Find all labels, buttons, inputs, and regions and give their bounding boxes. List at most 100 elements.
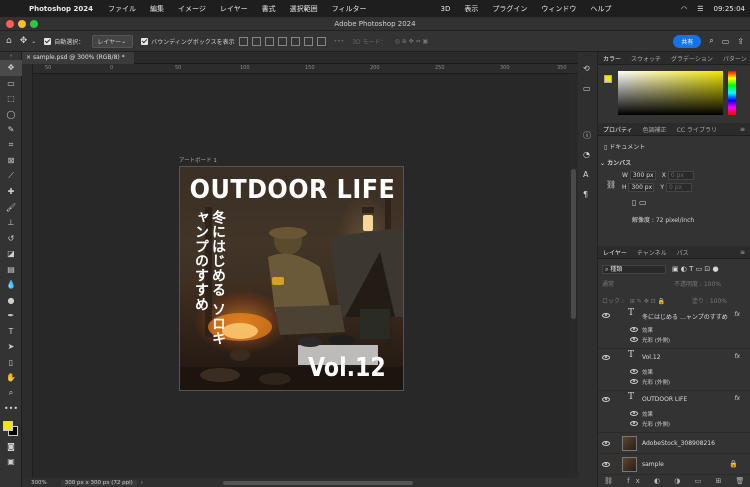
effect-eye-icon[interactable] xyxy=(630,379,638,384)
blend-mode-dropdown[interactable]: 通常 xyxy=(602,279,614,288)
volume-text[interactable]: Vol.12 xyxy=(308,353,386,383)
dodge-tool-icon[interactable]: ● xyxy=(0,293,22,309)
menu-window[interactable]: ウィンドウ xyxy=(534,4,583,14)
tab-color[interactable]: カラー xyxy=(598,54,626,63)
move-tool-icon[interactable]: ✥ xyxy=(20,36,28,46)
visibility-eye-icon[interactable] xyxy=(602,355,610,360)
brush-panel-icon[interactable]: ◔ xyxy=(583,150,590,159)
tab-adjustments[interactable]: 色調補正 xyxy=(638,125,672,134)
effect-eye-icon[interactable] xyxy=(630,337,638,342)
orientation-icons[interactable]: ▯ ▭ xyxy=(632,198,647,207)
path-select-tool-icon[interactable]: ➤ xyxy=(0,339,22,355)
layer-name[interactable]: AdobeStock_308908216 xyxy=(642,440,715,447)
menu-view[interactable]: 表示 xyxy=(457,4,485,14)
frame-tool-icon[interactable]: ⊠ xyxy=(0,153,22,169)
effects-eye-icon[interactable] xyxy=(630,369,638,374)
foreground-color-swatch[interactable] xyxy=(604,75,612,83)
opacity-field[interactable]: 不透明度 : 100% xyxy=(674,279,721,288)
healing-brush-tool-icon[interactable]: ✚ xyxy=(0,184,22,200)
align-middle-icon[interactable] xyxy=(290,36,300,46)
distribute-icon[interactable] xyxy=(316,36,326,46)
layer-name[interactable]: Vol.12 xyxy=(642,354,661,361)
visibility-eye-icon[interactable] xyxy=(602,313,610,318)
align-top-icon[interactable] xyxy=(277,36,287,46)
zoom-tool-icon[interactable]: ⌕ xyxy=(0,386,22,402)
layer-name[interactable]: sample xyxy=(642,461,664,468)
fx-icon[interactable]: fx xyxy=(734,311,740,318)
menu-file[interactable]: ファイル xyxy=(101,4,143,14)
align-left-icon[interactable] xyxy=(238,36,248,46)
marquee-tool-icon[interactable]: ⬚ xyxy=(0,91,22,107)
char-panel-icon[interactable]: A xyxy=(583,170,588,179)
fx-icon[interactable]: fx xyxy=(734,395,740,402)
visibility-eye-icon[interactable] xyxy=(602,462,610,467)
tab-channels[interactable]: チャンネル xyxy=(632,248,672,257)
layer-row[interactable]: T 冬にはじめる …ャンプのすすめ fx 効果 光彩 (外側) xyxy=(598,307,750,349)
hand-tool-icon[interactable]: ✋ xyxy=(0,370,22,386)
bounding-box-checkbox[interactable]: バウンディングボックスを表示 xyxy=(141,37,235,46)
minimize-window-icon[interactable] xyxy=(18,20,26,28)
effects-eye-icon[interactable] xyxy=(630,327,638,332)
y-field[interactable]: 0 px xyxy=(665,183,692,192)
rectangle-tool-icon[interactable]: ▯ xyxy=(0,355,22,371)
artboard[interactable]: OUTDOOR LIFE 冬にはじめる ソロキャンプのすすめ Vol.12 xyxy=(179,166,404,391)
layer-kind-dropdown[interactable]: ⌕ 種類 xyxy=(602,265,666,274)
history-panel-icon[interactable]: ⟲ xyxy=(583,64,590,73)
foreground-color-swatch[interactable] xyxy=(3,420,13,431)
pen-tool-icon[interactable]: ✒ xyxy=(0,308,22,324)
effects-eye-icon[interactable] xyxy=(630,411,638,416)
paragraph-panel-icon[interactable]: ¶ xyxy=(583,190,588,199)
layer-row[interactable]: T Vol.12 fx 効果 光彩 (外側) xyxy=(598,349,750,391)
tab-gradients[interactable]: グラデーション xyxy=(666,54,718,63)
control-center-icon[interactable]: ☰ xyxy=(692,5,708,13)
layer-row[interactable]: sample 🔒 xyxy=(598,454,750,475)
scroll-thumb[interactable] xyxy=(571,169,576,319)
artboard-tool-icon[interactable]: ▭ xyxy=(0,76,22,92)
height-field[interactable]: 300 px xyxy=(628,183,655,192)
more-options-icon[interactable]: ••• xyxy=(334,38,345,45)
menu-plugins[interactable]: プラグイン xyxy=(485,4,534,14)
adjust-panel-icon[interactable]: ▭ xyxy=(583,84,591,93)
crop-tool-icon[interactable]: ⌗ xyxy=(0,138,22,154)
blur-tool-icon[interactable]: 💧 xyxy=(0,277,22,293)
status-arrow-icon[interactable]: › xyxy=(141,480,143,486)
layer-actions-bar[interactable]: ⛓ fx ◐ ◑ ▭ ⊞ 🗑 xyxy=(604,477,750,485)
color-swatches[interactable] xyxy=(0,417,21,439)
menu-app-name[interactable]: Photoshop 2024 xyxy=(22,5,101,13)
menu-type[interactable]: 書式 xyxy=(255,4,283,14)
effect-eye-icon[interactable] xyxy=(630,421,638,426)
tool-preset-chevron-icon[interactable]: ⌄ xyxy=(31,38,36,45)
lasso-tool-icon[interactable]: ◯ xyxy=(0,107,22,123)
tab-paths[interactable]: パス xyxy=(672,248,694,257)
menu-image[interactable]: イメージ xyxy=(171,4,213,14)
horizontal-scrollbar[interactable] xyxy=(222,480,413,485)
share-button[interactable]: 共有 xyxy=(673,34,702,48)
quick-select-tool-icon[interactable]: ✎ xyxy=(0,122,22,138)
layer-name[interactable]: OUTDOOR LIFE xyxy=(642,396,687,403)
tab-layers[interactable]: レイヤー xyxy=(598,248,632,257)
screen-mode-icon[interactable]: ▣ xyxy=(0,454,22,470)
zoom-window-icon[interactable] xyxy=(30,20,38,28)
move-tool-icon[interactable]: ✥ xyxy=(0,60,22,76)
tab-cc-libraries[interactable]: CC ライブラリ xyxy=(672,125,722,134)
share-panel-icon[interactable]: ⇪ xyxy=(737,37,744,46)
home-icon[interactable]: ⌂ xyxy=(6,36,12,46)
fx-icon[interactable]: fx xyxy=(734,353,740,360)
eraser-tool-icon[interactable]: ◪ xyxy=(0,246,22,262)
vertical-scrollbar[interactable] xyxy=(569,74,578,478)
layer-row[interactable]: AdobeStock_308908216 xyxy=(598,433,750,454)
artboard-label[interactable]: アートボード 1 xyxy=(179,156,217,164)
document-tab[interactable]: × sample.psd @ 300% (RGB/8) * xyxy=(22,52,134,64)
auto-select-checkbox[interactable]: 自動選択： xyxy=(44,37,84,46)
canvas-section[interactable]: ⌄ カンバス xyxy=(600,158,631,167)
x-field[interactable]: 0 px xyxy=(667,171,694,180)
headline-text[interactable]: OUTDOOR LIFE xyxy=(189,175,396,205)
color-picker-field[interactable] xyxy=(618,71,723,115)
menu-clock[interactable]: 09:25:04 xyxy=(709,5,750,13)
auto-select-dropdown[interactable]: レイヤー ⌄ xyxy=(92,34,134,48)
align-center-icon[interactable] xyxy=(251,36,261,46)
eyedropper-tool-icon[interactable]: ⟋ xyxy=(0,169,22,185)
fill-field[interactable]: 塗り : 100% xyxy=(692,296,727,305)
lock-icons[interactable]: ⊞ ✎ ✥ ⊡ 🔒 xyxy=(630,298,665,305)
more-tools-icon[interactable]: ••• xyxy=(0,401,22,417)
